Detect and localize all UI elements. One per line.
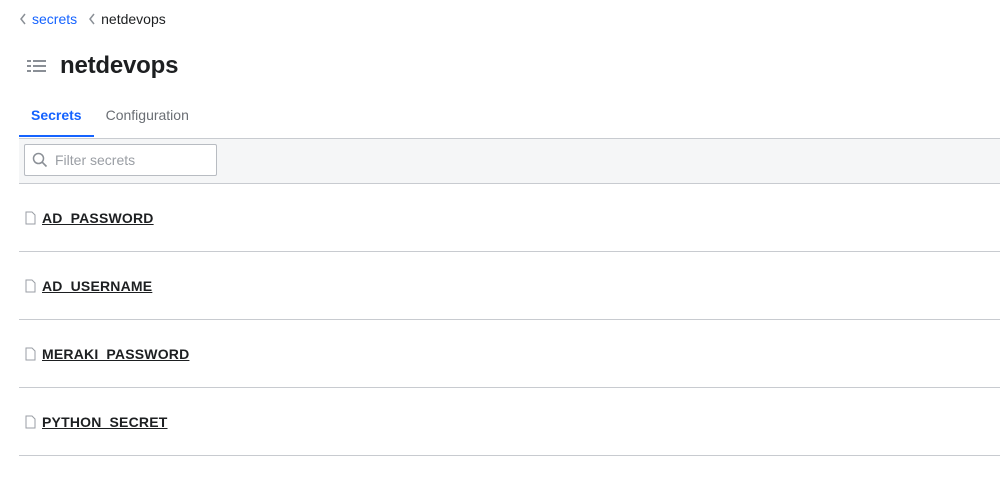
file-icon	[25, 279, 36, 292]
file-icon	[25, 347, 36, 360]
breadcrumb-link-secrets[interactable]: secrets	[32, 11, 77, 27]
filter-secrets-input[interactable]	[53, 151, 207, 169]
breadcrumb: secrets netdevops	[18, 11, 166, 27]
secret-name-link[interactable]: AD_USERNAME	[42, 278, 152, 294]
page-title: netdevops	[60, 52, 179, 79]
breadcrumb-item-secrets[interactable]: secrets	[18, 11, 77, 27]
chevron-left-icon	[89, 13, 95, 25]
list-icon	[27, 60, 46, 72]
secret-name-link[interactable]: PYTHON_SECRET	[42, 414, 168, 430]
tab-configuration[interactable]: Configuration	[94, 96, 201, 137]
breadcrumb-item-current: netdevops	[87, 11, 166, 27]
page-header: netdevops	[26, 52, 178, 80]
chevron-left-icon	[20, 13, 26, 25]
list-item[interactable]: MERAKI_PASSWORD	[19, 320, 1000, 388]
secret-list: AD_PASSWORD AD_USERNAME MERAKI_PASSWORD …	[19, 184, 1000, 456]
toolbar	[19, 139, 1000, 184]
secret-name-link[interactable]: AD_PASSWORD	[42, 210, 154, 226]
filter-box[interactable]	[24, 144, 217, 176]
file-icon	[25, 415, 36, 428]
tab-bar: Secrets Configuration	[19, 96, 1000, 139]
tab-secrets[interactable]: Secrets	[19, 96, 94, 137]
list-item[interactable]: AD_USERNAME	[19, 252, 1000, 320]
secret-name-link[interactable]: MERAKI_PASSWORD	[42, 346, 189, 362]
breadcrumb-current-label: netdevops	[101, 11, 166, 27]
list-item[interactable]: PYTHON_SECRET	[19, 388, 1000, 456]
list-item[interactable]: AD_PASSWORD	[19, 184, 1000, 252]
search-icon	[32, 152, 48, 168]
file-icon	[25, 211, 36, 224]
